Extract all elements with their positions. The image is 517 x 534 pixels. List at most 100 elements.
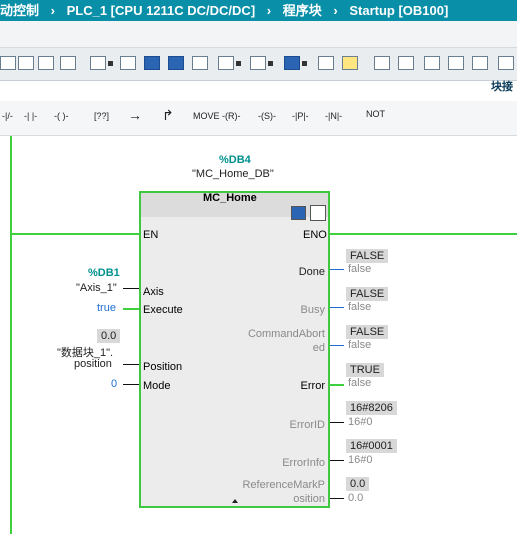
window2-icon[interactable]: [168, 54, 184, 72]
breadcrumb-item-program-blocks[interactable]: 程序块: [283, 0, 322, 21]
set-coil-button[interactable]: -(S)-: [258, 111, 276, 121]
axis-wire: [123, 288, 139, 289]
pin-cmdabort-1: CommandAbort: [247, 328, 325, 340]
refmark-value[interactable]: 0.0: [348, 492, 363, 504]
position-monitor-value: 0.0: [97, 329, 121, 343]
power-rail: [10, 136, 12, 534]
breadcrumb-item-plc[interactable]: PLC_1 [CPU 1211C DC/DC/DC]: [67, 0, 256, 21]
errorid-wire: [330, 422, 344, 423]
no-contact-button[interactable]: -| |-: [24, 111, 37, 121]
done-wire: [330, 269, 344, 270]
pin-refmark-2: osition: [293, 493, 325, 505]
breadcrumb: 动控制 › PLC_1 [CPU 1211C DC/DC/DC] › 程序块 ›…: [0, 0, 517, 21]
coil-button[interactable]: -( )-: [54, 111, 69, 121]
instance-db-number: %DB4: [219, 154, 251, 166]
goto-icon[interactable]: [218, 54, 241, 72]
refresh-icon[interactable]: [472, 54, 488, 72]
network-insert-icon[interactable]: [0, 54, 16, 72]
errorinfo-monitor-value: 16#0001: [346, 439, 397, 453]
n-contact-button[interactable]: -|N|-: [325, 111, 342, 121]
pin-position: Position: [143, 361, 183, 373]
axis-db-name[interactable]: "Axis_1": [76, 282, 117, 294]
busy-wire: [330, 307, 344, 308]
pin-axis: Axis: [143, 286, 164, 298]
call2-icon[interactable]: [398, 54, 414, 72]
window-icon[interactable]: [144, 54, 160, 72]
network-delete-icon[interactable]: [18, 54, 34, 72]
diagnostics-icon[interactable]: [310, 205, 326, 221]
not-button[interactable]: NOT: [366, 109, 385, 119]
eno-wire: [330, 233, 517, 235]
mode-value[interactable]: 0: [111, 378, 117, 390]
empty-box-button[interactable]: [??]: [94, 111, 109, 121]
execute-wire: [123, 308, 139, 310]
p-contact-button[interactable]: -|P|-: [292, 111, 309, 121]
cmdabort-wire: [330, 345, 344, 346]
breadcrumb-separator: ›: [266, 3, 272, 18]
busy-monitor-value: FALSE: [346, 287, 389, 301]
breadcrumb-separator: ›: [50, 3, 55, 18]
lock-icon[interactable]: [291, 206, 306, 220]
cmdabort-value[interactable]: false: [348, 339, 371, 351]
comment-icon[interactable]: [192, 54, 208, 72]
ladder-favorites-bar: -|/- -| |- -( )- [??] → ↱ MOVE -(R)- -(S…: [0, 101, 517, 136]
pin-refmark-1: ReferenceMarkP: [242, 479, 325, 491]
pin-en: EN: [143, 229, 159, 241]
errorinfo-value[interactable]: 16#0: [348, 454, 372, 466]
breadcrumb-separator: ›: [333, 3, 338, 18]
axis-db-number: %DB1: [88, 267, 120, 279]
move-button[interactable]: MOVE: [193, 111, 220, 121]
close-branch-button[interactable]: ↱: [162, 107, 174, 124]
expand-icon[interactable]: [232, 499, 238, 503]
block-name: MC_Home: [203, 192, 257, 204]
editor-toolbar: [0, 48, 517, 81]
position-wire: [123, 364, 139, 365]
list-icon[interactable]: [120, 54, 136, 72]
list2-icon[interactable]: [318, 54, 334, 72]
position-tag-2[interactable]: position: [74, 358, 112, 370]
pin-error: Error: [300, 380, 325, 392]
breadcrumb-item-startup[interactable]: Startup [OB100]: [349, 0, 448, 21]
cmdabort-monitor-value: FALSE: [346, 325, 389, 339]
pin-cmdabort-2: ed: [312, 342, 325, 354]
block-interface-label[interactable]: 块接: [491, 78, 513, 94]
breadcrumb-item-project[interactable]: 动控制: [0, 0, 39, 21]
errorid-value[interactable]: 16#0: [348, 416, 372, 428]
upload-icon[interactable]: [90, 54, 113, 72]
refmark-monitor-value: 0.0: [346, 477, 370, 491]
modify-icon[interactable]: [424, 54, 440, 72]
refmark-wire: [330, 498, 344, 499]
pin-eno: ENO: [303, 229, 327, 241]
mode-wire: [123, 384, 139, 385]
monitor-icon[interactable]: [250, 54, 273, 72]
secondary-bar: [0, 21, 517, 48]
pin-mode: Mode: [143, 380, 171, 392]
done-value[interactable]: false: [348, 263, 371, 275]
extra-icon[interactable]: [498, 54, 514, 72]
error-wire: [330, 384, 344, 386]
en-wire: [10, 233, 140, 235]
errorid-monitor-value: 16#8206: [346, 401, 397, 415]
modify2-icon[interactable]: [448, 54, 464, 72]
execute-value[interactable]: true: [97, 302, 116, 314]
call-icon[interactable]: [374, 54, 390, 72]
pin-errorid: ErrorID: [289, 419, 325, 431]
error-value[interactable]: false: [348, 377, 371, 389]
errorinfo-wire: [330, 460, 344, 461]
pin-errorinfo: ErrorInfo: [282, 457, 325, 469]
network-canvas[interactable]: %DB4 "MC_Home_DB" MC_Home EN ENO Axis Ex…: [0, 136, 517, 534]
network-copy-icon[interactable]: [38, 54, 54, 72]
mc-home-block[interactable]: MC_Home EN ENO Axis Execute Position Mod…: [139, 191, 330, 508]
error-monitor-value: TRUE: [346, 363, 384, 377]
pin-done: Done: [298, 266, 325, 278]
busy-value[interactable]: false: [348, 301, 371, 313]
reset-coil-button[interactable]: -(R)-: [222, 111, 241, 121]
favorite-icon[interactable]: [342, 54, 358, 72]
instance-db-name[interactable]: "MC_Home_DB": [192, 168, 274, 180]
open-branch-button[interactable]: →: [128, 107, 142, 123]
overview-icon[interactable]: [284, 54, 307, 72]
network-paste-icon[interactable]: [60, 54, 76, 72]
pin-execute: Execute: [143, 304, 183, 316]
nc-contact-button[interactable]: -|/-: [2, 111, 13, 121]
pin-busy: Busy: [300, 304, 325, 316]
